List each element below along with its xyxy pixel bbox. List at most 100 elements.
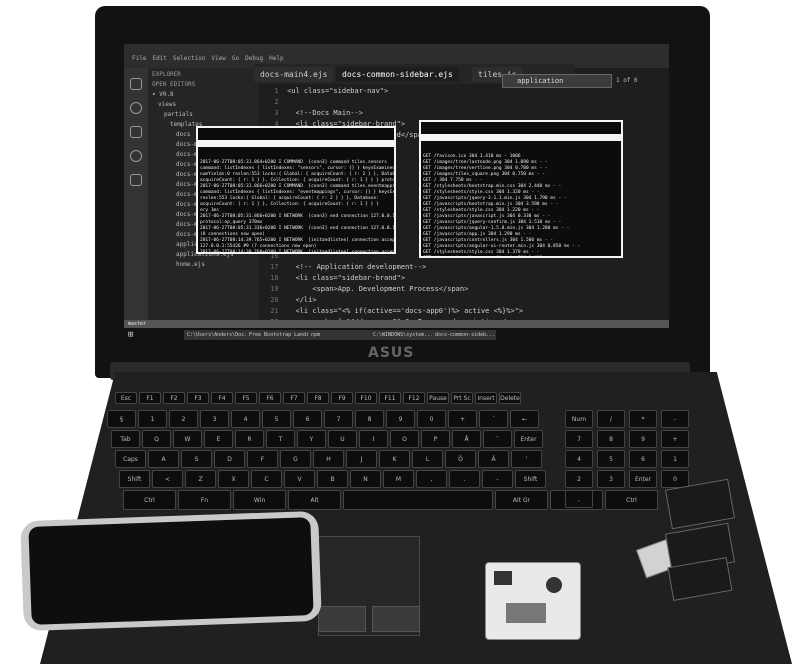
key[interactable]: Q: [142, 430, 171, 448]
key[interactable]: Tab: [111, 430, 140, 448]
start-icon[interactable]: ⊞: [128, 328, 133, 342]
sidebar-file[interactable]: home.ejs: [152, 260, 254, 270]
editor-menu[interactable]: File Edit Selection View Go Debug Help: [132, 55, 290, 62]
sidebar-file[interactable]: partials: [152, 110, 254, 120]
find-input[interactable]: application: [502, 74, 612, 88]
key[interactable]: E: [204, 430, 233, 448]
key[interactable]: 7: [324, 410, 353, 428]
key[interactable]: 8: [355, 410, 384, 428]
key[interactable]: Insert: [475, 392, 497, 404]
key[interactable]: ': [511, 450, 542, 468]
numpad-key[interactable]: 2: [565, 470, 593, 488]
key[interactable]: F5: [235, 392, 257, 404]
key[interactable]: W: [173, 430, 202, 448]
key[interactable]: ←: [510, 410, 539, 428]
key[interactable]: Shift: [515, 470, 546, 488]
key[interactable]: Ctrl: [605, 490, 658, 510]
numpad-key[interactable]: 6: [629, 450, 657, 468]
key[interactable]: Esc: [115, 392, 137, 404]
key[interactable]: Y: [297, 430, 326, 448]
key[interactable]: V: [284, 470, 315, 488]
key[interactable]: ,: [416, 470, 447, 488]
key[interactable]: Z: [185, 470, 216, 488]
taskbar-app[interactable]: docs-common-sideb...: [432, 330, 496, 340]
tab-docs-common-sidebar[interactable]: docs-common-sidebar.ejs: [336, 67, 459, 82]
key[interactable]: Alt: [288, 490, 341, 510]
numpad-key[interactable]: Enter: [629, 470, 657, 488]
key[interactable]: P: [421, 430, 450, 448]
key[interactable]: F12: [403, 392, 425, 404]
key[interactable]: Ö: [445, 450, 476, 468]
key[interactable]: J: [346, 450, 377, 468]
key[interactable]: T: [266, 430, 295, 448]
key[interactable]: F8: [307, 392, 329, 404]
numpad-key[interactable]: 7: [565, 430, 593, 448]
key[interactable]: L: [412, 450, 443, 468]
numpad-key[interactable]: 5: [597, 450, 625, 468]
taskbar-app[interactable]: Free Bootstrap Landin...: [246, 330, 310, 340]
menu-item[interactable]: Go: [232, 55, 239, 62]
key[interactable]: A: [148, 450, 179, 468]
key[interactable]: O: [390, 430, 419, 448]
key[interactable]: F6: [259, 392, 281, 404]
key[interactable]: M: [383, 470, 414, 488]
numpad-key[interactable]: +: [661, 430, 689, 448]
key[interactable]: 4: [231, 410, 260, 428]
key[interactable]: B: [317, 470, 348, 488]
key[interactable]: G: [280, 450, 311, 468]
key[interactable]: F1: [139, 392, 161, 404]
numpad-key[interactable]: 9: [629, 430, 657, 448]
key[interactable]: R: [235, 430, 264, 448]
key[interactable]: F10: [355, 392, 377, 404]
numpad-key[interactable]: 1: [661, 450, 689, 468]
sidebar-file[interactable]: views: [152, 100, 254, 110]
key[interactable]: Pause: [427, 392, 449, 404]
key[interactable]: -: [482, 470, 513, 488]
numpad-key[interactable]: 8: [597, 430, 625, 448]
key[interactable]: 0: [417, 410, 446, 428]
key[interactable]: +: [448, 410, 477, 428]
project-root[interactable]: ▾ V0.8: [152, 90, 254, 100]
key[interactable]: H: [313, 450, 344, 468]
key[interactable]: Å: [452, 430, 481, 448]
key[interactable]: <: [152, 470, 183, 488]
key[interactable]: .: [449, 470, 480, 488]
key[interactable]: Enter: [514, 430, 543, 448]
key[interactable]: Prt Sc: [451, 392, 473, 404]
files-icon[interactable]: [130, 78, 142, 90]
search-icon[interactable]: [130, 102, 142, 114]
key[interactable]: F: [247, 450, 278, 468]
source-control-icon[interactable]: [130, 126, 142, 138]
menu-item[interactable]: Selection: [173, 55, 206, 62]
key[interactable]: K: [379, 450, 410, 468]
mongodb-terminal[interactable]: 2017-06-27T08:05:31.864+0200 I COMMAND […: [196, 126, 396, 254]
taskbar-app[interactable]: C:\WINDOWS\system...: [370, 330, 434, 340]
touchpad-left-button[interactable]: [318, 606, 366, 632]
menu-item[interactable]: File: [132, 55, 146, 62]
key[interactable]: F2: [163, 392, 185, 404]
key[interactable]: [343, 490, 493, 510]
key[interactable]: F7: [283, 392, 305, 404]
menu-item[interactable]: View: [211, 55, 225, 62]
key[interactable]: Ctrl: [123, 490, 176, 510]
key[interactable]: Alt Gr: [495, 490, 548, 510]
key[interactable]: S: [181, 450, 212, 468]
key[interactable]: ´: [479, 410, 508, 428]
key[interactable]: 2: [169, 410, 198, 428]
numpad-key[interactable]: *: [629, 410, 657, 428]
key[interactable]: Shift: [119, 470, 150, 488]
branch-label[interactable]: master: [128, 321, 146, 327]
npm-terminal[interactable]: GET /favicon.ico 304 1.410 ms - 1006 GET …: [419, 120, 623, 258]
numpad-key[interactable]: 3: [597, 470, 625, 488]
key[interactable]: 9: [386, 410, 415, 428]
key[interactable]: N: [350, 470, 381, 488]
numpad-key[interactable]: -: [661, 410, 689, 428]
menu-item[interactable]: Edit: [152, 55, 166, 62]
key[interactable]: C: [251, 470, 282, 488]
numpad-key[interactable]: /: [597, 410, 625, 428]
key[interactable]: 5: [262, 410, 291, 428]
key[interactable]: I: [359, 430, 388, 448]
key[interactable]: X: [218, 470, 249, 488]
key[interactable]: §: [107, 410, 136, 428]
key[interactable]: Delete: [499, 392, 521, 404]
